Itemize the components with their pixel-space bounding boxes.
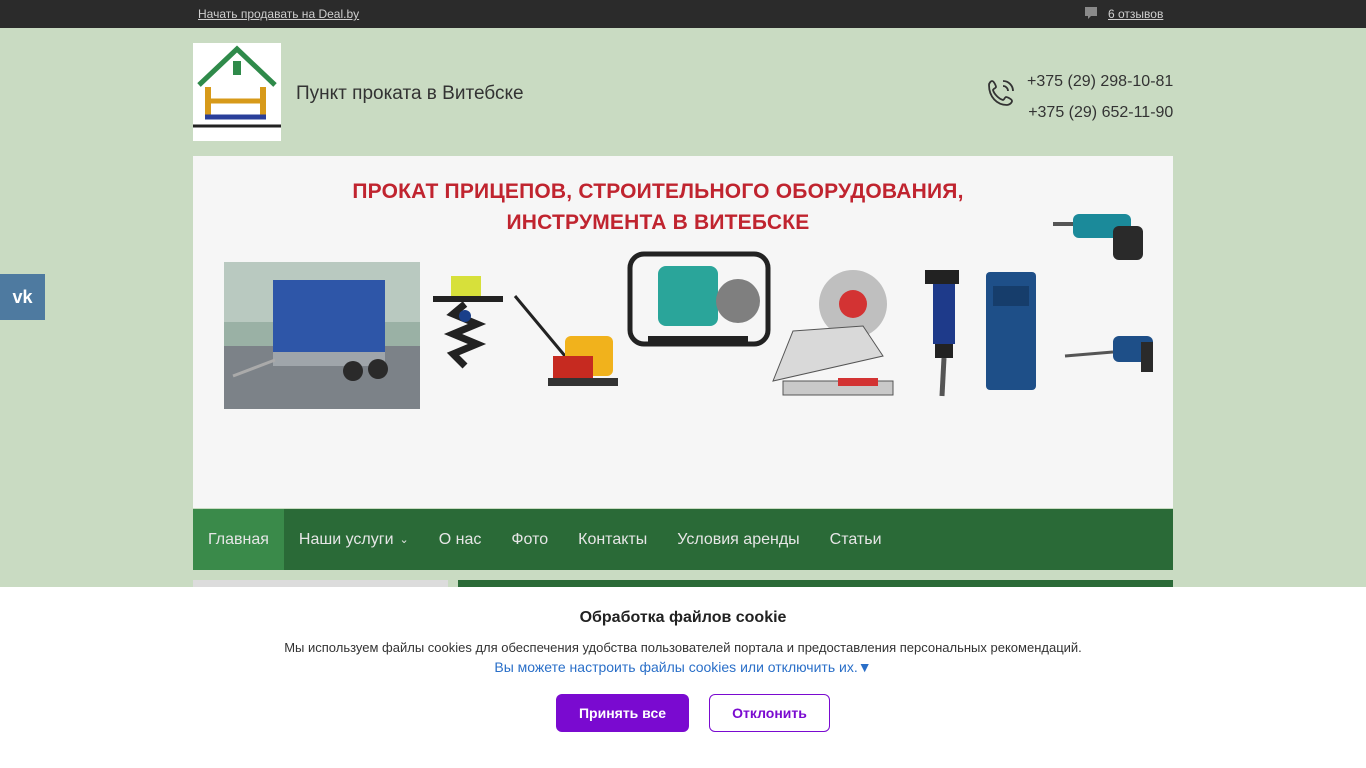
nav-item-rental-terms-label: Условия аренды bbox=[677, 530, 800, 548]
tool-case-image bbox=[986, 272, 1036, 390]
water-pump-image bbox=[627, 251, 771, 347]
nav-item-about-label: О нас bbox=[438, 530, 482, 548]
nav-item-articles-label: Статьи bbox=[829, 530, 882, 548]
cookie-settings-link[interactable]: Вы можете настроить файлы cookies или от… bbox=[0, 659, 1366, 675]
nav-item-home-label: Главная bbox=[208, 530, 269, 548]
accept-all-button[interactable]: Принять все bbox=[556, 694, 689, 732]
hero-banner[interactable]: ПРОКАТ ПРИЦЕПОВ, СТРОИТЕЛЬНОГО ОБОРУДОВА… bbox=[193, 156, 1173, 508]
nav-item-about[interactable]: О нас bbox=[424, 509, 497, 570]
nav-item-rental-terms[interactable]: Условия аренды bbox=[662, 509, 814, 570]
top-bar: Начать продавать на Deal.by 6 отзывов bbox=[0, 0, 1366, 28]
equipment-illustration bbox=[224, 214, 1153, 409]
phone-number-2[interactable]: +375 (29) 652-11-90 bbox=[1027, 97, 1173, 128]
chevron-down-icon: ⌄ bbox=[399, 534, 409, 546]
reviews-count-label[interactable]: 6 отзывов bbox=[1108, 7, 1163, 21]
auger-drill-image bbox=[433, 276, 503, 369]
nav-item-services-label: Наши услуги bbox=[298, 530, 394, 548]
nav-item-contacts[interactable]: Контакты bbox=[563, 509, 662, 570]
phone-number-1[interactable]: +375 (29) 298-10-81 bbox=[1027, 66, 1173, 97]
vk-social-button[interactable]: vk bbox=[0, 274, 45, 320]
nav-item-photo-label: Фото bbox=[511, 530, 549, 548]
vk-icon: vk bbox=[12, 286, 33, 307]
cookie-description: Мы используем файлы cookies для обеспече… bbox=[284, 640, 1082, 655]
site-logo[interactable] bbox=[193, 43, 281, 141]
reviews-link[interactable]: 6 отзывов bbox=[1084, 6, 1163, 22]
phone-numbers: +375 (29) 298-10-81 +375 (29) 652-11-90 bbox=[1027, 66, 1173, 128]
speech-bubble-icon bbox=[1085, 7, 1097, 19]
cookie-title: Обработка файлов cookie bbox=[579, 609, 787, 626]
nav-item-services[interactable]: Наши услуги ⌄ bbox=[284, 509, 424, 570]
decline-button[interactable]: Отклонить bbox=[709, 694, 830, 732]
trailer-image bbox=[224, 262, 420, 409]
start-selling-link[interactable]: Начать продавать на Deal.by bbox=[198, 7, 359, 21]
rotary-hammer-image bbox=[1053, 214, 1143, 260]
nav-item-articles[interactable]: Статьи bbox=[815, 509, 897, 570]
nav-item-photo[interactable]: Фото bbox=[496, 509, 563, 570]
plate-compactor-image bbox=[513, 295, 618, 386]
main-navigation: Главная Наши услуги ⌄ О нас Фото Контакты… bbox=[193, 509, 1173, 570]
cookie-consent-banner: Обработка файлов cookie Мы используем фа… bbox=[0, 587, 1366, 768]
jackhammer-image bbox=[925, 270, 959, 397]
nav-item-home[interactable]: Главная bbox=[193, 509, 284, 570]
site-title: Пункт проката в Витебске bbox=[296, 83, 524, 104]
phone-icon bbox=[988, 80, 1014, 106]
miter-saw-image bbox=[772, 270, 894, 396]
nav-item-contacts-label: Контакты bbox=[578, 530, 648, 548]
rotary-hammer-image-2 bbox=[1064, 336, 1153, 372]
